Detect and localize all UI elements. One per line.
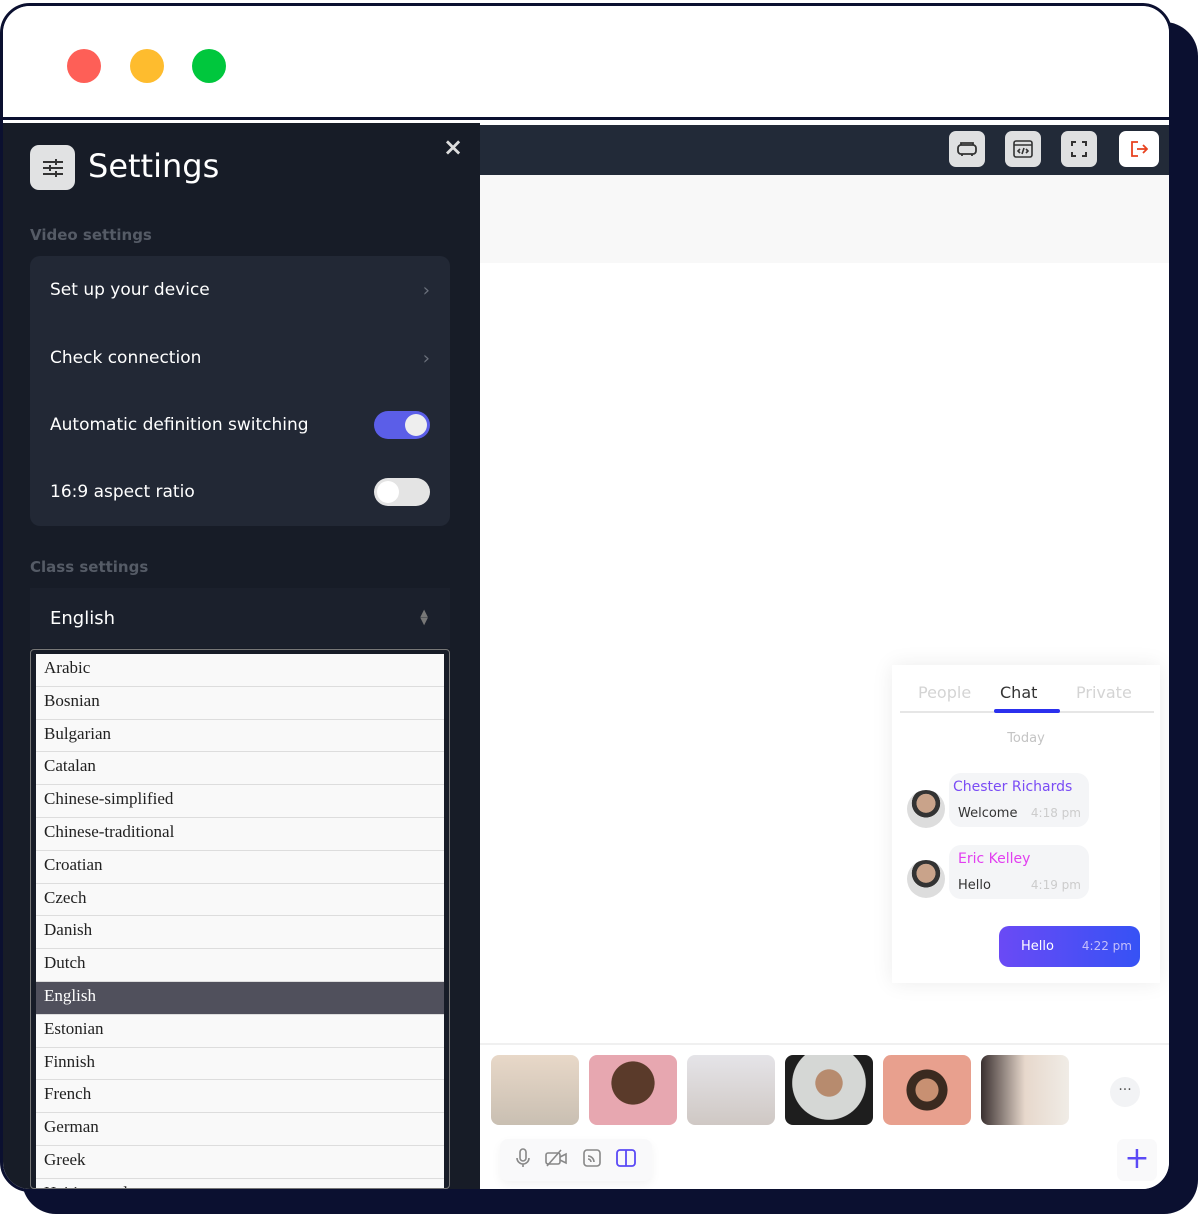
cast-icon[interactable] [582, 1149, 601, 1171]
participant-strip: ··· [480, 1043, 1169, 1143]
layout-icon[interactable] [616, 1149, 637, 1171]
fullscreen-icon[interactable] [1061, 131, 1097, 167]
language-option[interactable]: Bosnian [36, 686, 444, 720]
microphone-icon[interactable] [515, 1148, 530, 1172]
avatar [907, 790, 945, 828]
participant-thumbnail[interactable] [785, 1055, 873, 1125]
code-window-icon[interactable] [1005, 131, 1041, 167]
app-window: Settings × Video settings Set up your de… [0, 3, 1172, 1192]
active-tab-indicator [994, 709, 1060, 713]
minimize-window-button[interactable] [130, 49, 164, 83]
participant-thumbnail[interactable] [589, 1055, 677, 1125]
language-option[interactable]: Greek [36, 1145, 444, 1179]
language-options-list: Arabic Bosnian Bulgarian Catalan Chinese-sim… [30, 649, 450, 1189]
video-stage [480, 175, 1169, 263]
language-option[interactable]: Chinese-simplified [36, 785, 444, 818]
language-option[interactable]: Dutch [36, 949, 444, 982]
language-option[interactable]: Catalan [36, 752, 444, 786]
top-toolbar [480, 125, 1169, 175]
participant-thumbnail[interactable] [491, 1055, 579, 1125]
maximize-window-button[interactable] [192, 49, 226, 83]
selected-language: English [50, 607, 115, 629]
language-select[interactable]: English ▲ ▼ [30, 588, 450, 648]
item-label: Check connection [50, 348, 202, 368]
message-text: Welcome [958, 806, 1018, 821]
language-option[interactable]: Danish [36, 916, 444, 950]
item-label: Set up your device [50, 280, 210, 300]
language-option[interactable]: Finnish [36, 1047, 444, 1081]
sender-name: Eric Kelley [958, 851, 1031, 867]
sofa-icon[interactable] [949, 131, 985, 167]
title-bar [3, 6, 1169, 120]
chat-message: Chester Richards Welcome 4:18 pm [949, 773, 1089, 827]
item-label: Automatic definition switching [50, 415, 309, 435]
close-window-button[interactable] [67, 49, 101, 83]
close-icon[interactable]: × [443, 133, 463, 161]
avatar [907, 860, 945, 898]
chevron-right-icon: › [422, 279, 430, 301]
video-settings-heading: Video settings [30, 226, 152, 244]
chat-tabs: People Chat Private [900, 675, 1154, 713]
more-participants-button[interactable]: ··· [1110, 1077, 1140, 1107]
sender-name: Chester Richards [953, 779, 1073, 795]
language-option[interactable]: Haitiancreole [36, 1178, 444, 1188]
message-time: 4:22 pm [1081, 939, 1132, 953]
language-option[interactable]: Czech [36, 883, 444, 917]
language-option[interactable]: Arabic [36, 654, 444, 687]
message-text: Hello [1021, 939, 1054, 954]
participant-thumbnail[interactable] [883, 1055, 971, 1125]
chat-panel: People Chat Private Today Chester Richar… [892, 665, 1160, 983]
own-message: Hello 4:22 pm [999, 926, 1140, 967]
date-divider: Today [1007, 731, 1045, 746]
language-option[interactable]: English [36, 981, 444, 1015]
participant-thumbnail[interactable] [687, 1055, 775, 1125]
exit-icon[interactable] [1119, 131, 1159, 167]
language-option[interactable]: German [36, 1113, 444, 1146]
aspect-ratio-toggle[interactable] [374, 478, 430, 506]
class-settings-heading: Class settings [30, 558, 149, 576]
language-option[interactable]: French [36, 1080, 444, 1114]
setup-device-item[interactable]: Set up your device › [50, 270, 430, 310]
auto-definition-toggle[interactable] [374, 411, 430, 439]
classroom-area: People Chat Private Today Chester Richar… [480, 123, 1169, 1189]
participant-thumbnail[interactable] [981, 1055, 1069, 1125]
sort-arrows-icon: ▲ ▼ [420, 608, 428, 627]
message-time: 4:19 pm [1030, 878, 1081, 892]
language-option[interactable]: Croatian [36, 850, 444, 884]
chevron-right-icon: › [422, 347, 430, 369]
media-controls [500, 1139, 652, 1181]
camera-off-icon[interactable] [545, 1149, 568, 1171]
language-option[interactable]: Bulgarian [36, 719, 444, 753]
language-option[interactable]: Estonian [36, 1014, 444, 1048]
settings-panel: Settings × Video settings Set up your de… [3, 123, 480, 1189]
message-time: 4:18 pm [1030, 806, 1081, 820]
aspect-ratio-item: 16:9 aspect ratio [50, 472, 430, 512]
tab-chat[interactable]: Chat [1000, 683, 1037, 702]
item-label: 16:9 aspect ratio [50, 482, 195, 502]
auto-definition-item: Automatic definition switching [50, 405, 430, 445]
settings-title: Settings [88, 147, 220, 185]
tab-private[interactable]: Private [1076, 683, 1132, 702]
check-connection-item[interactable]: Check connection › [50, 338, 430, 378]
chat-message: Eric Kelley Hello 4:19 pm [949, 845, 1089, 899]
tab-people[interactable]: People [918, 683, 971, 702]
language-option[interactable]: Chinese-traditional [36, 817, 444, 851]
message-text: Hello [958, 878, 991, 893]
sliders-icon [30, 145, 75, 190]
video-settings-card: Set up your device › Check connection › Au… [30, 256, 450, 526]
add-button[interactable]: + [1117, 1139, 1157, 1181]
